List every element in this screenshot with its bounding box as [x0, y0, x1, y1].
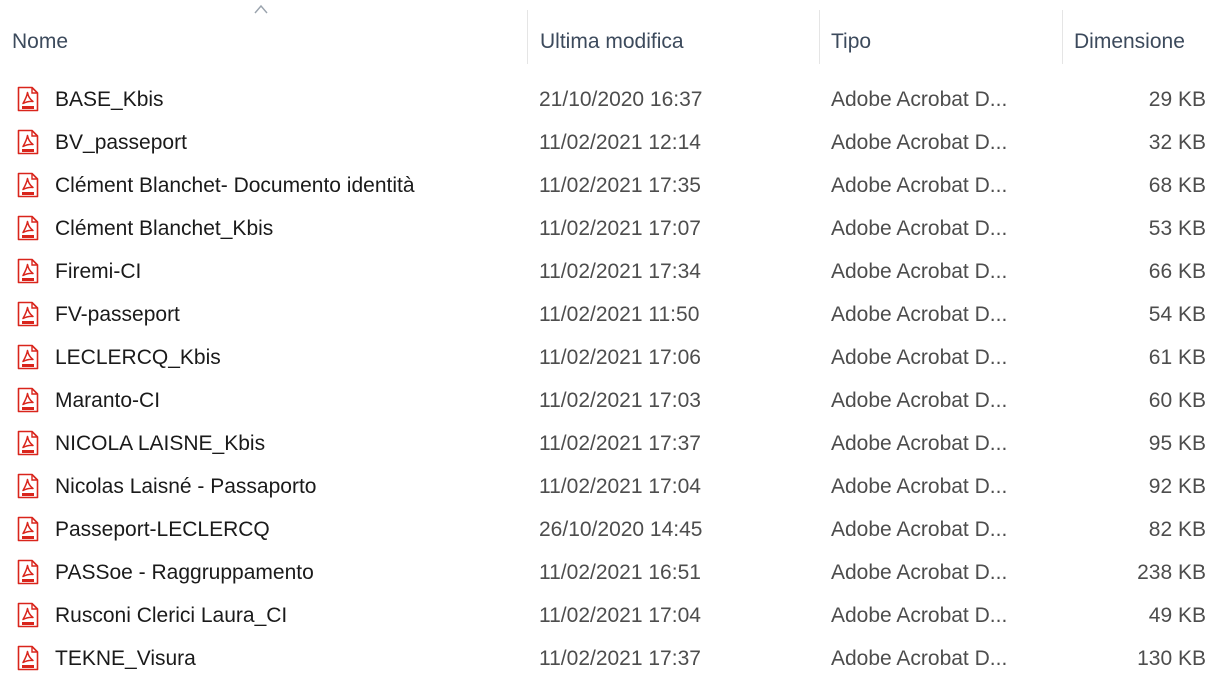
- file-name: Clément Blanchet- Documento identità: [55, 174, 415, 197]
- file-row[interactable]: LECLERCQ_Kbis 11/02/2021 17:06 Adobe Acrob…: [0, 336, 1219, 379]
- file-row[interactable]: Passeport-LECLERCQ 26/10/2020 14:45 Adobe …: [0, 508, 1219, 551]
- pdf-icon: [16, 387, 40, 413]
- file-name: BV_passeport: [55, 131, 187, 154]
- file-size: 95 KB: [1148, 432, 1206, 455]
- file-row[interactable]: Maranto-CI 11/02/2021 17:03 Adobe Acrobat …: [0, 379, 1219, 422]
- file-name: BASE_Kbis: [55, 88, 164, 111]
- file-type: Adobe Acrobat D...: [831, 518, 1008, 541]
- file-size: 61 KB: [1148, 346, 1206, 369]
- pdf-icon: [16, 215, 40, 241]
- pdf-icon: [16, 86, 40, 112]
- file-size: 82 KB: [1148, 518, 1206, 541]
- column-divider[interactable]: [1062, 10, 1063, 64]
- file-type: Adobe Acrobat D...: [831, 260, 1008, 283]
- file-row[interactable]: NICOLA LAISNE_Kbis 11/02/2021 17:37 Adobe …: [0, 422, 1219, 465]
- file-row[interactable]: TEKNE_Visura 11/02/2021 17:37 Adobe Acroba…: [0, 637, 1219, 680]
- pdf-icon: [16, 430, 40, 456]
- file-name: NICOLA LAISNE_Kbis: [55, 432, 266, 455]
- file-modified: 11/02/2021 17:34: [539, 260, 701, 283]
- file-type: Adobe Acrobat D...: [831, 303, 1008, 326]
- column-header-size[interactable]: Dimensione: [1074, 0, 1214, 66]
- file-name: LECLERCQ_Kbis: [55, 346, 221, 369]
- file-row[interactable]: FV-passeport 11/02/2021 11:50 Adobe Acroba…: [0, 293, 1219, 336]
- file-modified: 11/02/2021 12:14: [539, 131, 701, 154]
- file-name: TEKNE_Visura: [55, 647, 196, 670]
- column-header-size-label: Dimensione: [1074, 30, 1185, 53]
- file-size: 32 KB: [1148, 131, 1206, 154]
- file-type: Adobe Acrobat D...: [831, 475, 1008, 498]
- file-modified: 11/02/2021 17:04: [539, 475, 701, 498]
- pdf-icon: [16, 559, 40, 585]
- file-name: Rusconi Clerici Laura_CI: [55, 604, 288, 627]
- file-modified: 11/02/2021 17:37: [539, 432, 701, 455]
- pdf-icon: [16, 645, 40, 671]
- file-modified: 11/02/2021 17:37: [539, 647, 701, 670]
- file-type: Adobe Acrobat D...: [831, 174, 1008, 197]
- file-modified: 26/10/2020 14:45: [539, 518, 703, 541]
- file-name: PASSoe - Raggruppamento: [55, 561, 314, 584]
- column-header-modified[interactable]: Ultima modifica: [540, 0, 815, 66]
- column-header-type-label: Tipo: [831, 30, 872, 53]
- file-type: Adobe Acrobat D...: [831, 561, 1008, 584]
- file-size: 29 KB: [1148, 88, 1206, 111]
- file-modified: 11/02/2021 17:07: [539, 217, 701, 240]
- file-name: FV-passeport: [55, 303, 180, 326]
- file-size: 68 KB: [1148, 174, 1206, 197]
- column-header-modified-label: Ultima modifica: [540, 30, 684, 53]
- file-type: Adobe Acrobat D...: [831, 647, 1008, 670]
- file-row[interactable]: Clément Blanchet- Documento identità 11/0…: [0, 164, 1219, 207]
- pdf-icon: [16, 129, 40, 155]
- file-size: 49 KB: [1148, 604, 1206, 627]
- column-header-type[interactable]: Tipo: [831, 0, 1056, 66]
- pdf-icon: [16, 473, 40, 499]
- file-row[interactable]: PASSoe - Raggruppamento 11/02/2021 16:51 A…: [0, 551, 1219, 594]
- column-divider[interactable]: [819, 10, 820, 64]
- column-header-name[interactable]: Nome: [12, 0, 522, 66]
- file-name: Clément Blanchet_Kbis: [55, 217, 274, 240]
- column-divider[interactable]: [527, 10, 528, 64]
- file-type: Adobe Acrobat D...: [831, 432, 1008, 455]
- file-name: Firemi-CI: [55, 260, 142, 283]
- file-row[interactable]: Nicolas Laisné - Passaporto 11/02/2021 17…: [0, 465, 1219, 508]
- file-row[interactable]: Clément Blanchet_Kbis 11/02/2021 17:07 Ado…: [0, 207, 1219, 250]
- file-size: 53 KB: [1148, 217, 1206, 240]
- file-size: 92 KB: [1148, 475, 1206, 498]
- file-size: 54 KB: [1148, 303, 1206, 326]
- file-type: Adobe Acrobat D...: [831, 88, 1008, 111]
- file-modified: 11/02/2021 17:03: [539, 389, 701, 412]
- file-type: Adobe Acrobat D...: [831, 389, 1008, 412]
- column-header-bar: Nome Ultima modifica Tipo Dimensione: [0, 0, 1219, 66]
- file-type: Adobe Acrobat D...: [831, 604, 1008, 627]
- file-size: 238 KB: [1137, 561, 1206, 584]
- file-type: Adobe Acrobat D...: [831, 217, 1008, 240]
- file-name: Nicolas Laisné - Passaporto: [55, 475, 317, 498]
- pdf-icon: [16, 516, 40, 542]
- file-name: Passeport-LECLERCQ: [55, 518, 270, 541]
- file-name: Maranto-CI: [55, 389, 161, 412]
- file-modified: 11/02/2021 17:04: [539, 604, 701, 627]
- pdf-icon: [16, 301, 40, 327]
- file-row[interactable]: Rusconi Clerici Laura_CI 11/02/2021 17:04…: [0, 594, 1219, 637]
- file-modified: 11/02/2021 17:06: [539, 346, 701, 369]
- file-modified: 11/02/2021 17:35: [539, 174, 701, 197]
- file-size: 130 KB: [1137, 647, 1206, 670]
- file-type: Adobe Acrobat D...: [831, 131, 1008, 154]
- pdf-icon: [16, 602, 40, 628]
- column-header-name-label: Nome: [12, 30, 69, 53]
- file-modified: 11/02/2021 11:50: [539, 303, 700, 326]
- pdf-icon: [16, 172, 40, 198]
- pdf-icon: [16, 344, 40, 370]
- file-modified: 11/02/2021 16:51: [539, 561, 701, 584]
- file-row[interactable]: BASE_Kbis 21/10/2020 16:37 Adobe Acrobat D…: [0, 78, 1219, 121]
- file-modified: 21/10/2020 16:37: [539, 88, 703, 111]
- file-size: 66 KB: [1148, 260, 1206, 283]
- file-row[interactable]: Firemi-CI 11/02/2021 17:34 Adobe Acrobat D…: [0, 250, 1219, 293]
- file-size: 60 KB: [1148, 389, 1206, 412]
- pdf-icon: [16, 258, 40, 284]
- file-row[interactable]: BV_passeport 11/02/2021 12:14 Adobe Acroba…: [0, 121, 1219, 164]
- file-type: Adobe Acrobat D...: [831, 346, 1008, 369]
